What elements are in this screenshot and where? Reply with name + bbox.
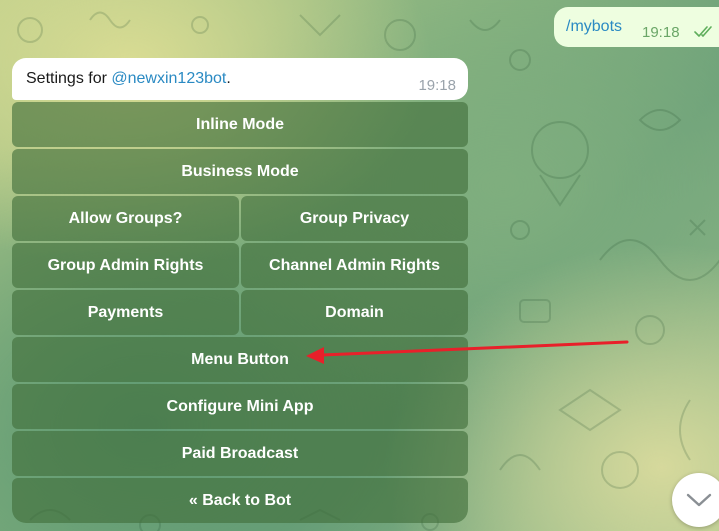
domain-button[interactable]: Domain: [241, 290, 468, 335]
channel-admin-rights-button[interactable]: Channel Admin Rights: [241, 243, 468, 288]
inline-mode-button[interactable]: Inline Mode: [12, 102, 468, 147]
keyboard-row: Inline Mode: [12, 102, 468, 147]
keyboard-row: Paid Broadcast: [12, 431, 468, 476]
back-to-bot-button[interactable]: « Back to Bot: [12, 478, 468, 523]
keyboard-row: Configure Mini App: [12, 384, 468, 429]
keyboard-row: Menu Button: [12, 337, 468, 382]
bot-message-text: Settings for @newxin123bot.: [26, 70, 231, 88]
keyboard-row: Payments Domain: [12, 290, 468, 335]
keyboard-row: Allow Groups? Group Privacy: [12, 196, 468, 241]
bot-message-suffix: .: [226, 70, 231, 87]
scroll-down-button[interactable]: [672, 473, 719, 527]
business-mode-button[interactable]: Business Mode: [12, 149, 468, 194]
outgoing-message-time: 19:18: [642, 24, 680, 41]
menu-button-button[interactable]: Menu Button: [12, 337, 468, 382]
outgoing-message-text: /mybots: [566, 18, 623, 35]
keyboard-row: « Back to Bot: [12, 478, 468, 523]
bot-message-bubble[interactable]: Settings for @newxin123bot. 19:18: [12, 58, 468, 100]
double-check-icon: [694, 26, 712, 37]
bot-message-prefix: Settings for: [26, 70, 112, 87]
bot-mention-link[interactable]: @newxin123bot: [111, 70, 226, 87]
paid-broadcast-button[interactable]: Paid Broadcast: [12, 431, 468, 476]
keyboard-row: Business Mode: [12, 149, 468, 194]
payments-button[interactable]: Payments: [12, 290, 239, 335]
group-privacy-button[interactable]: Group Privacy: [241, 196, 468, 241]
inline-keyboard: Inline Mode Business Mode Allow Groups? …: [12, 102, 468, 525]
configure-mini-app-button[interactable]: Configure Mini App: [12, 384, 468, 429]
group-admin-rights-button[interactable]: Group Admin Rights: [12, 243, 239, 288]
bot-message-time: 19:18: [418, 77, 456, 94]
allow-groups-button[interactable]: Allow Groups?: [12, 196, 239, 241]
outgoing-message-bubble[interactable]: /mybots 19:18: [554, 7, 719, 47]
keyboard-row: Group Admin Rights Channel Admin Rights: [12, 243, 468, 288]
chevron-down-icon: [686, 493, 712, 507]
